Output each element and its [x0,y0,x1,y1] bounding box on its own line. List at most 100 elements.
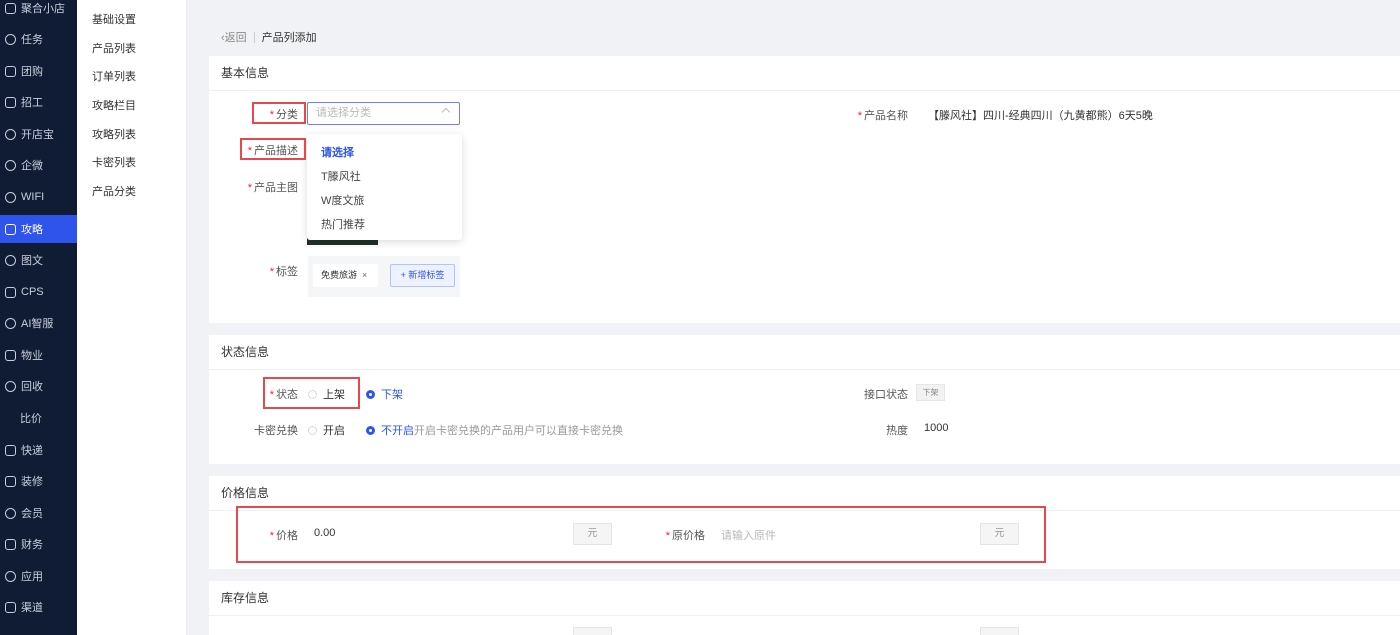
nav-item-article[interactable]: 图文 [0,246,77,274]
recycle-icon [5,380,16,392]
category-select[interactable]: 请选择分类 [307,102,460,125]
nav-item-ai[interactable]: AI智服 [0,309,77,337]
tags-label: * 标签 [269,266,298,278]
nav-item-member[interactable]: 会员 [0,499,77,527]
nav-item-recruit[interactable]: 招工 [0,88,77,116]
submenu-item-card-list[interactable]: 卡密列表 [92,154,136,170]
nav-item-kaidianbao[interactable]: 开店宝 [0,120,77,148]
wecom-icon [5,159,16,171]
submenu-item-order-list[interactable]: 订单列表 [92,68,136,84]
price-label: * 价格 [269,530,298,542]
building-icon [5,349,16,361]
nav-item-channel[interactable]: 渠道 [0,593,77,621]
nav-item-guide[interactable]: 攻略 [0,215,77,243]
back-link[interactable]: ‹返回 [221,29,247,45]
submenu-item-product-list[interactable]: 产品列表 [92,40,136,56]
nav-item-task[interactable]: 任务 [0,25,77,53]
radio-label: 下架 [381,389,403,401]
nav-label: AI智服 [21,318,54,330]
radio-icon [308,389,317,399]
card-exchange-on-radio[interactable]: 开启 [308,422,345,438]
sub-menu: 基础设置 产品列表 订单列表 攻略栏目 攻略列表 卡密列表 产品分类 [77,0,187,635]
submenu-item-product-category[interactable]: 产品分类 [92,183,136,199]
nav-label: WIFI [21,191,45,203]
nav-label: 应用 [21,571,43,583]
nav-item-wifi[interactable]: WIFI [0,183,77,211]
dropdown-option[interactable]: W度文旅 [321,192,364,208]
heart-icon [5,507,16,519]
original-price-input[interactable]: 请输入原件 [721,527,776,543]
nav-label: 比价 [20,413,42,425]
nav-item-shop[interactable]: 聚合小店 [0,0,77,22]
nav-label: 企微 [21,160,43,172]
status-off-shelf-radio[interactable]: 下架 [366,386,403,402]
nav-item-decor[interactable]: 装修 [0,467,77,495]
nav-label: 会员 [21,508,43,520]
nav-label: 任务 [21,34,43,46]
select-placeholder: 请选择分类 [316,107,371,119]
label-text: 分类 [276,109,298,121]
user-icon [5,317,16,329]
home-icon [5,286,16,298]
close-icon[interactable]: × [362,270,367,280]
chevron-up-icon [441,107,451,117]
nav-item-finance[interactable]: 财务 [0,530,77,558]
nav-item-cps[interactable]: CPS [0,278,77,306]
breadcrumb: ‹返回 产品列添加 [221,29,317,45]
nav-item-apps[interactable]: 应用 [0,562,77,590]
nav-label: 开店宝 [21,129,54,141]
label-text: 状态 [276,389,298,401]
product-name-value[interactable]: 【滕风社】四川-经典四川（九黄都熊）6天5晚 [928,107,1153,123]
heat-value[interactable]: 1000 [924,422,948,434]
radio-checked-icon [366,425,375,435]
status-label: * 状态 [269,389,298,401]
stock-unit [573,627,612,635]
wallet-icon [5,538,16,550]
card-exchange-label: 卡密兑换 [254,425,298,437]
submenu-item-basic-settings[interactable]: 基础设置 [92,11,136,27]
dropdown-option[interactable]: T滕风社 [321,168,361,184]
nav-label: 快递 [21,445,43,457]
status-on-shelf-radio[interactable]: 上架 [308,386,345,402]
stock-unit [980,627,1019,635]
radio-checked-icon [366,389,375,399]
nav-label: 物业 [21,350,43,362]
layers-icon [5,96,16,108]
submenu-item-guide-list[interactable]: 攻略列表 [92,126,136,142]
nav-label: 装修 [21,476,43,488]
original-price-label: * 原价格 [665,530,705,542]
apps-icon [5,570,16,582]
card-exchange-off-radio[interactable]: 不开启 开启卡密兑换的产品用户可以直接卡密兑换 [366,422,623,438]
api-status-label: 接口状态 [864,389,908,401]
tag-chip: 免费旅游 × [313,264,378,287]
nav-item-wecom[interactable]: 企微 [0,151,77,179]
add-tag-button[interactable]: + 新增标签 [390,264,455,287]
radio-label: 不开启 [381,425,414,437]
wifi-icon [5,191,16,203]
nav-item-recycle[interactable]: 回收 [0,372,77,400]
nav-label: 攻略 [21,224,43,236]
dropdown-option[interactable]: 请选择 [321,144,354,160]
dropdown-option[interactable]: 热门推荐 [321,216,365,232]
gear-icon [5,128,16,140]
price-input[interactable]: 0.00 [314,527,335,539]
nav-item-groupbuy[interactable]: 团购 [0,57,77,85]
radio-icon [308,425,317,435]
nav-item-compare[interactable]: 比价 [0,404,77,432]
submenu-item-guide-column[interactable]: 攻略栏目 [92,97,136,113]
page-title: 产品列添加 [261,32,317,44]
bag-icon [5,65,16,77]
nav-item-express[interactable]: 快递 [0,436,77,464]
price-info-card: 价格信息 [209,476,1400,569]
radio-hint: 开启卡密兑换的产品用户可以直接卡密兑换 [414,425,623,437]
layers-icon [5,223,16,235]
nav-label: 团购 [21,66,43,78]
store-icon [5,2,16,14]
main-nav: 聚合小店 任务 团购 招工 开店宝 企微 WIFI 攻略 图文 CPS AI智服… [0,0,77,635]
price-unit: 元 [573,523,612,545]
nav-item-property[interactable]: 物业 [0,341,77,369]
label-text: 标签 [276,266,298,278]
label-text: 产品主图 [254,182,298,194]
section-title: 状态信息 [209,335,1400,370]
nav-label: 聚合小店 [21,3,65,15]
